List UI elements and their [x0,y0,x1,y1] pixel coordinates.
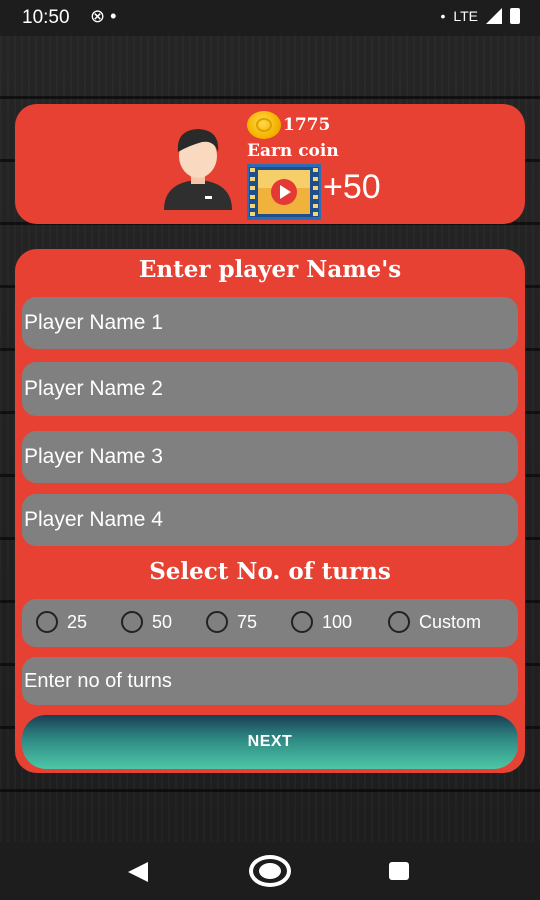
watch-video-icon[interactable] [247,164,321,220]
coin-icon [247,111,281,139]
reward-amount: +50 [323,168,381,206]
battery-icon [510,8,520,24]
earn-coin-label: Earn coin [247,141,339,161]
player-name-1-input[interactable]: Player Name 1 [22,297,518,349]
radio-icon [206,611,228,633]
option-label: 25 [67,611,88,632]
option-label: 100 [322,611,353,632]
coin-count: 1775 [283,115,331,135]
player-name-4-input[interactable]: Player Name 4 [22,494,518,546]
turns-option-75[interactable]: 75 [206,611,257,633]
turns-radio-group: 25 50 75 100 Custom [22,599,518,647]
status-bar: 10:50 ⊗ • • LTE [0,0,540,36]
turns-option-100[interactable]: 100 [291,611,352,633]
turns-option-custom[interactable]: Custom [388,611,481,633]
coin-balance: 1775 [247,111,330,139]
custom-turns-input[interactable]: Enter no of turns [22,657,518,705]
radio-icon [36,611,58,633]
home-icon[interactable] [249,855,291,887]
player-name-2-input[interactable]: Player Name 2 [22,362,518,416]
notification-icon: ⊗ • [90,6,117,26]
recents-icon[interactable] [389,862,409,880]
dot-icon: • [440,8,446,24]
option-label: Custom [419,611,482,632]
players-title: Enter player Name's [138,256,402,283]
network-label: LTE [453,8,478,24]
back-icon[interactable] [128,862,148,882]
radio-icon [291,611,313,633]
option-label: 75 [237,611,258,632]
avatar-icon [164,129,232,210]
clock: 10:50 [22,7,70,28]
radio-icon [388,611,410,633]
signal-icon [486,8,502,24]
status-icons: • LTE [440,8,520,24]
option-label: 50 [152,611,173,632]
coin-card: 1775 Earn coin +50 [15,104,525,224]
next-button[interactable]: NEXT [22,715,518,769]
radio-icon [121,611,143,633]
system-nav-bar [0,842,540,900]
turns-option-25[interactable]: 25 [36,611,87,633]
player-form-card: Enter player Name's Player Name 1 Player… [15,249,525,773]
turns-title: Select No. of turns [149,558,391,585]
player-name-3-input[interactable]: Player Name 3 [22,431,518,483]
turns-option-50[interactable]: 50 [121,611,172,633]
